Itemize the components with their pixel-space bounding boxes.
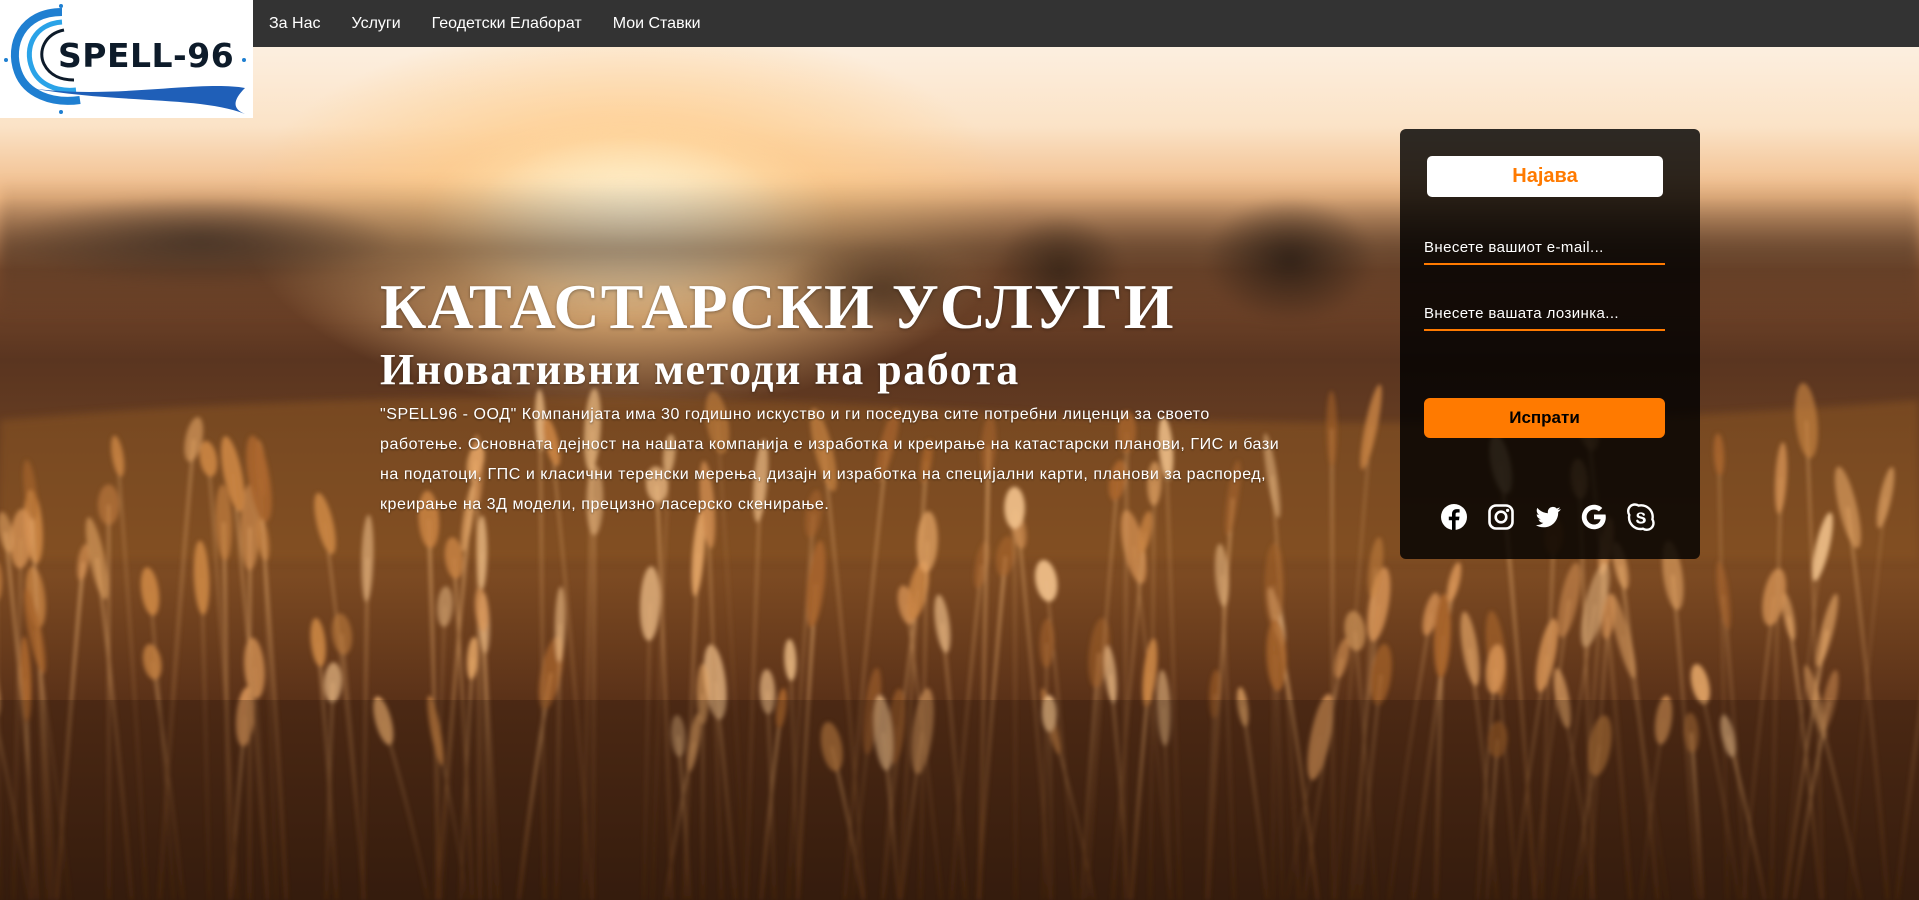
login-header: Најава xyxy=(1427,156,1663,197)
skype-icon[interactable] xyxy=(1627,503,1655,531)
hero-title: КАТАСТАРСКИ УСЛУГИ xyxy=(380,271,1175,342)
facebook-icon[interactable] xyxy=(1440,503,1468,531)
nav-item-services[interactable]: Услуги xyxy=(351,15,400,33)
company-logo[interactable]: SPELL-96 xyxy=(0,0,253,118)
google-icon[interactable] xyxy=(1580,503,1608,531)
twitter-icon[interactable] xyxy=(1534,503,1562,531)
hero-description: "SPELL96 - ООД" Компанијата има 30 годиш… xyxy=(380,406,1280,513)
hero-section: КАТАСТАРСКИ УСЛУГИ Иновативни методи на … xyxy=(380,270,1280,520)
top-navbar: За Нас Услуги Геодетски Елаборат Мои Ста… xyxy=(253,0,1919,47)
login-panel: Најава Испрати xyxy=(1400,129,1700,559)
password-field[interactable] xyxy=(1424,297,1665,331)
email-field[interactable] xyxy=(1424,231,1665,265)
submit-button[interactable]: Испрати xyxy=(1424,398,1665,438)
nav-item-about[interactable]: За Нас xyxy=(269,15,320,33)
instagram-icon[interactable] xyxy=(1487,503,1515,531)
logo-text: SPELL-96 xyxy=(58,36,235,75)
social-links xyxy=(1440,502,1655,532)
nav-item-geodetic-report[interactable]: Геодетски Елаборат xyxy=(432,15,582,33)
hero-subtitle: Иновативни методи на работа xyxy=(380,345,1020,394)
nav-item-my-bids[interactable]: Мои Ставки xyxy=(613,15,701,33)
